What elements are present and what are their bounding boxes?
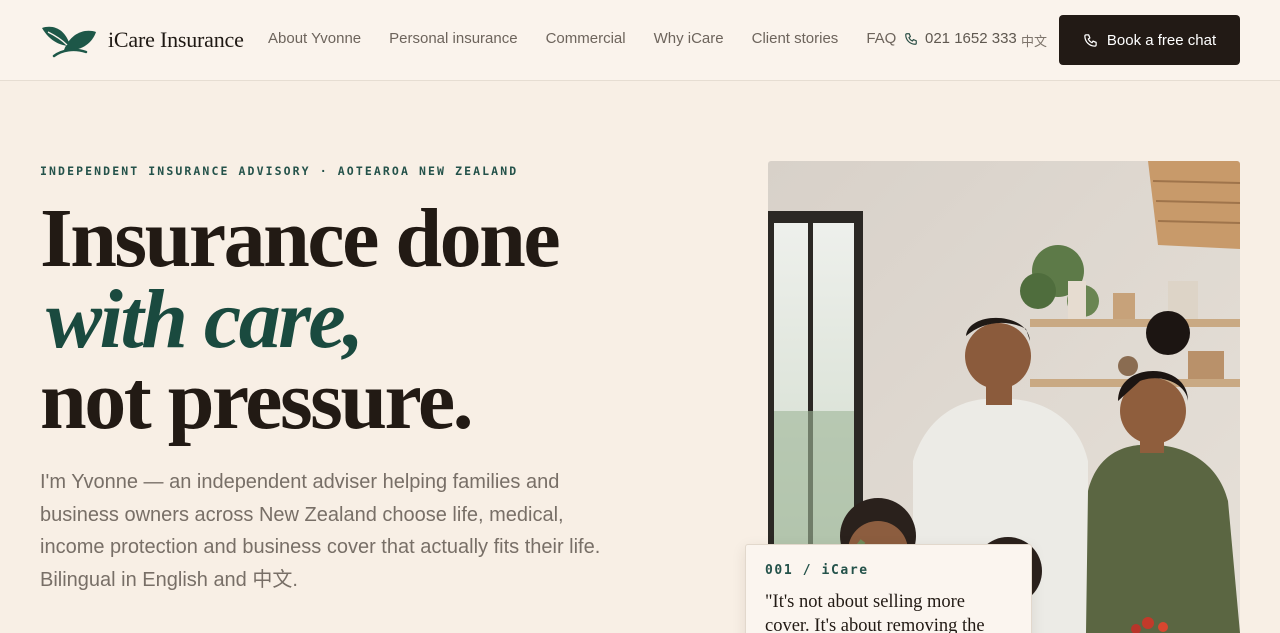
hero-lede: I'm Yvonne — an independent adviser help… <box>40 471 601 591</box>
quote-text: "It's not about selling more cover. It's… <box>765 592 985 633</box>
phone-icon <box>905 32 917 45</box>
headline-line-3: not pressure. <box>40 354 474 447</box>
phone-icon <box>1084 33 1097 47</box>
nav-item-commercial[interactable]: Commercial <box>546 30 626 47</box>
headline-line-1: Insurance done <box>40 192 561 285</box>
hero-headline: Insurance done with care, not pressure. <box>40 192 660 447</box>
quote-card: 001 / iCare "It's not about selling more… <box>745 544 1032 633</box>
leaf-logo-icon <box>42 26 96 58</box>
nav-item-why-icare[interactable]: Why iCare <box>654 30 724 47</box>
language-toggle[interactable]: 中文 <box>1021 31 1047 50</box>
nav-item-about-yvonne[interactable]: About Yvonne <box>268 30 361 47</box>
quote-tag: 001 / iCare <box>765 563 869 578</box>
phone-link[interactable]: 021 1652 333 <box>904 30 1017 47</box>
cta-label: Book a free chat <box>1106 31 1217 49</box>
nav-item-client-stories[interactable]: Client stories <box>752 30 839 47</box>
nav-item-personal-insurance[interactable]: Personal insurance <box>389 30 517 47</box>
brand-logo-link[interactable]: iCare Insurance <box>40 20 244 60</box>
book-free-chat-button[interactable]: Book a free chat <box>1059 15 1240 65</box>
site-header: iCare Insurance About Yvonne Personal in… <box>0 0 1280 81</box>
brand-name: iCare Insurance <box>108 27 244 52</box>
phone-number: 021 1652 333 <box>925 30 1017 47</box>
main-nav: About Yvonne Personal insurance Commerci… <box>268 30 924 47</box>
nav-item-faq[interactable]: FAQ <box>866 30 896 47</box>
headline-line-2-accent: with care, <box>46 273 364 366</box>
hero-eyebrow: INDEPENDENT INSURANCE ADVISORY · AOTEARO… <box>40 164 519 178</box>
